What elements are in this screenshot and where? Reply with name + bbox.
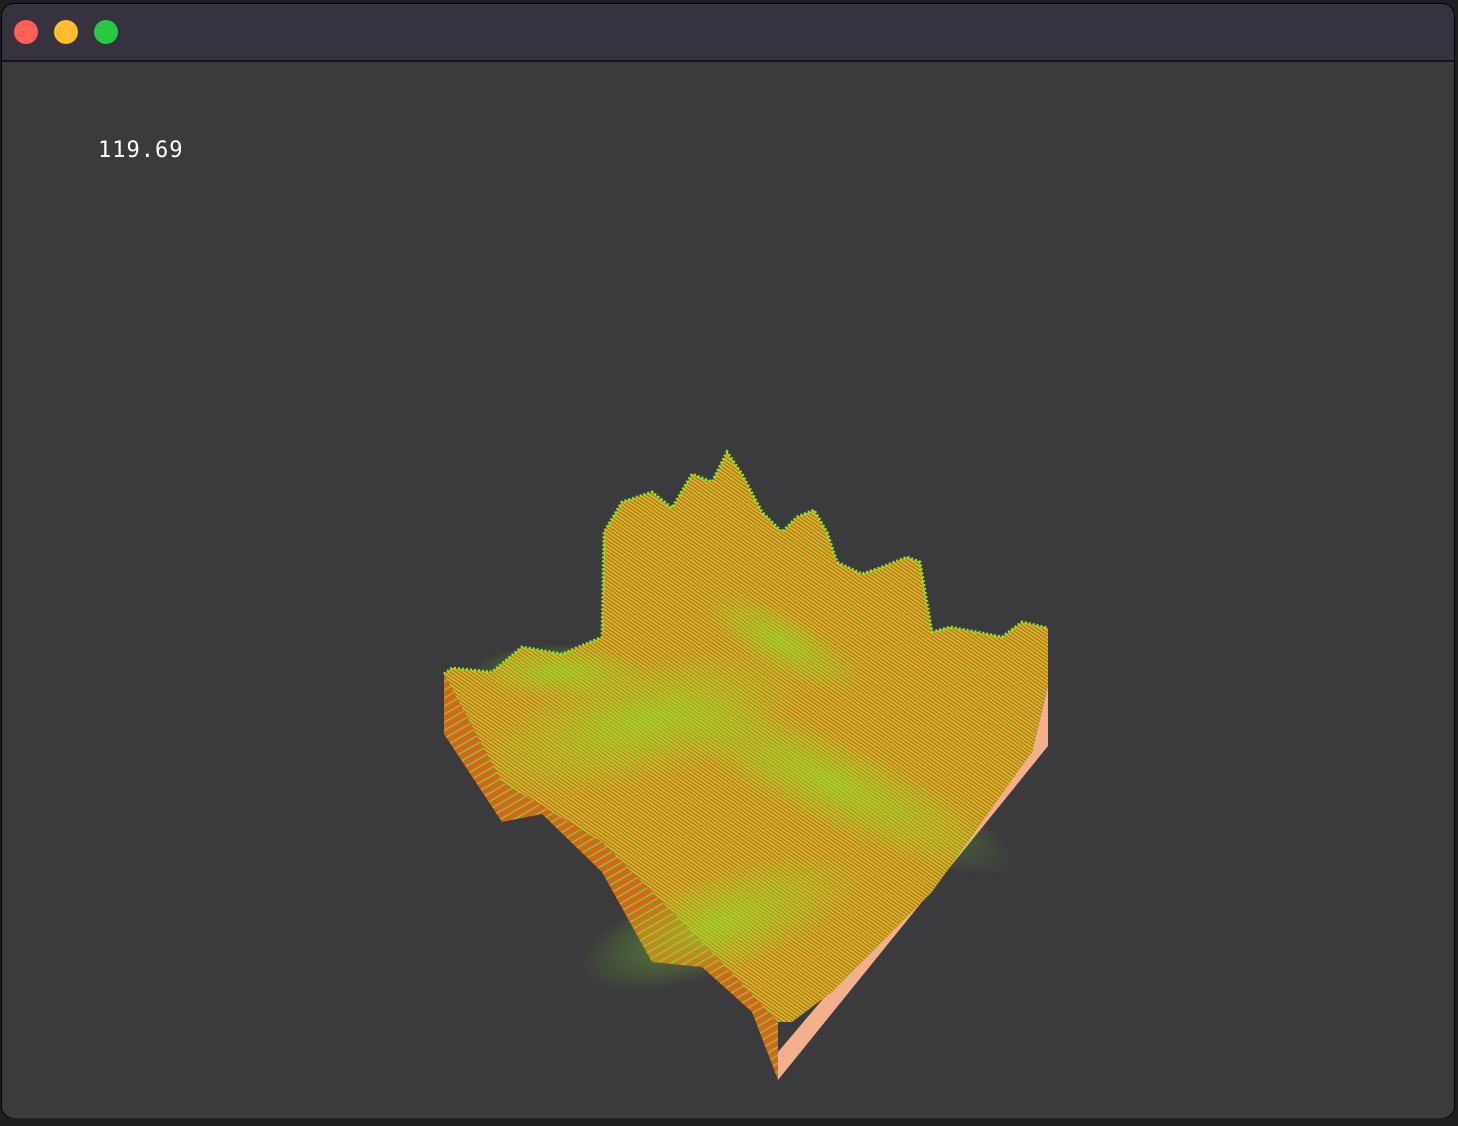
close-window-button[interactable] <box>14 20 38 44</box>
render-viewport[interactable]: 119.69 <box>2 62 1454 1118</box>
minimize-window-button[interactable] <box>54 20 78 44</box>
zoom-window-button[interactable] <box>94 20 118 44</box>
app-window: 119.69 <box>2 4 1454 1118</box>
terrain-mesh <box>443 449 1049 1080</box>
desktop-strip <box>0 1118 1458 1126</box>
title-bar[interactable] <box>2 4 1454 62</box>
